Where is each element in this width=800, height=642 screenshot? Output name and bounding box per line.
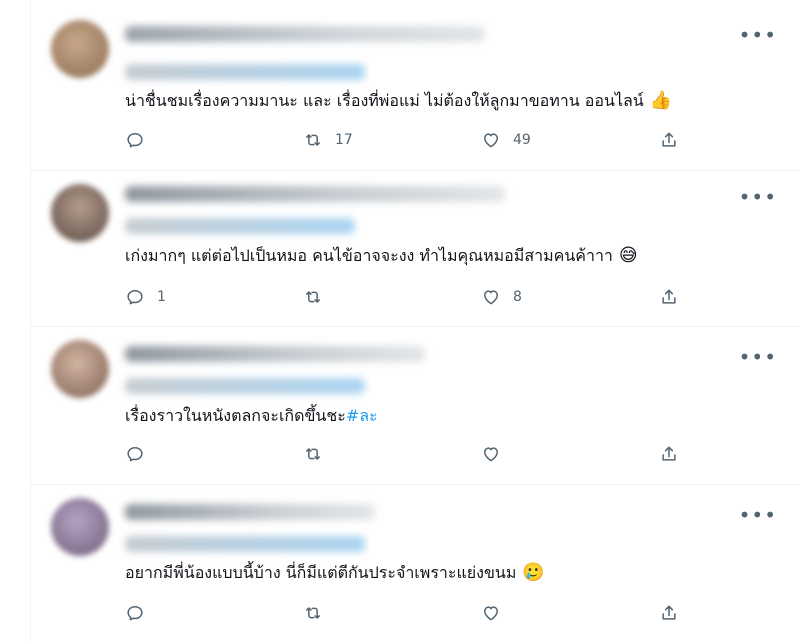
reply-to-blurred[interactable] [125,64,365,80]
retweet-icon [306,607,320,619]
share-button[interactable] [659,128,679,152]
more-options-icon[interactable]: ••• [739,505,777,525]
author-name-blurred[interactable] [125,186,505,202]
retweet-icon [306,134,320,146]
tweet-actions [125,601,685,625]
share-button[interactable] [659,442,679,466]
more-options-icon[interactable]: ••• [739,187,777,207]
tweet-card[interactable]: ••• น่าชื่นชมเรื่องความมานะ และ เรื่องที… [31,0,800,171]
retweet-icon [306,291,320,303]
avatar[interactable] [51,340,109,398]
tweet-text: เรื่องราวในหนังตลกจะเกิดขึ้นชะ#ละ [125,406,378,425]
share-icon [662,605,676,620]
like-count: 49 [513,132,531,148]
retweet-button[interactable] [303,442,335,466]
sweat-smile-emoji: 😅 [618,245,638,266]
reply-to-blurred[interactable] [125,378,365,394]
retweet-count: 17 [335,132,353,148]
reply-icon [127,133,143,148]
retweet-button[interactable]: 17 [303,128,353,152]
tweet-card[interactable]: ••• เรื่องราวในหนังตลกจะเกิดขึ้นชะ#ละ [31,326,800,485]
reply-button[interactable] [125,601,157,625]
more-options-icon[interactable]: ••• [739,25,777,45]
like-icon [484,290,498,305]
reply-button[interactable] [125,442,157,466]
tweet-actions [125,442,685,466]
retweet-icon [306,448,320,460]
like-count: 8 [513,289,522,305]
tweet-card[interactable]: ••• เก่งมากๆ แต่ต่อไปเป็นหมอ คนไข้อาจจะง… [31,170,800,327]
hashtag-link[interactable]: #ละ [346,406,378,425]
like-icon [484,133,498,148]
avatar[interactable] [51,498,109,556]
reply-to-blurred[interactable] [125,218,355,234]
tweet-actions: 17 49 [125,128,685,152]
share-button[interactable] [659,285,679,309]
avatar[interactable] [51,184,109,242]
reply-count: 1 [157,289,166,305]
like-button[interactable]: 8 [481,285,522,309]
author-name-blurred[interactable] [125,504,375,520]
share-button[interactable] [659,601,679,625]
reply-button[interactable] [125,128,157,152]
tweet-text: น่าชื่นชมเรื่องความมานะ และ เรื่องที่พ่อ… [125,90,673,111]
retweet-button[interactable] [303,285,335,309]
tweet-feed: ••• น่าชื่นชมเรื่องความมานะ และ เรื่องที… [30,0,800,642]
tweet-actions: 1 8 [125,285,685,309]
like-icon [484,447,498,462]
avatar[interactable] [51,20,109,78]
tweet-text: อยากมีพี่น้องแบบนี้บ้าง นี่ก็มีแต่ตีกันป… [125,562,545,583]
share-icon [662,289,676,304]
tweet-text: เก่งมากๆ แต่ต่อไปเป็นหมอ คนไข้อาจจะงง ทำ… [125,245,638,266]
like-button[interactable]: 49 [481,128,531,152]
thumbs-up-emoji: 👍 [649,90,673,111]
retweet-button[interactable] [303,601,335,625]
share-icon [662,132,676,147]
reply-icon [127,606,143,621]
more-options-icon[interactable]: ••• [739,347,777,367]
author-name-blurred[interactable] [125,346,425,362]
reply-icon [127,290,143,305]
reply-button[interactable]: 1 [125,285,166,309]
like-button[interactable] [481,601,513,625]
reply-icon [127,447,143,462]
share-icon [662,446,676,461]
smiling-tear-emoji: 🥲 [522,562,545,583]
tweet-card[interactable]: ••• อยากมีพี่น้องแบบนี้บ้าง นี่ก็มีแต่ตี… [31,484,800,642]
author-name-blurred[interactable] [125,26,485,42]
like-button[interactable] [481,442,513,466]
like-icon [484,606,498,621]
reply-to-blurred[interactable] [125,536,365,552]
